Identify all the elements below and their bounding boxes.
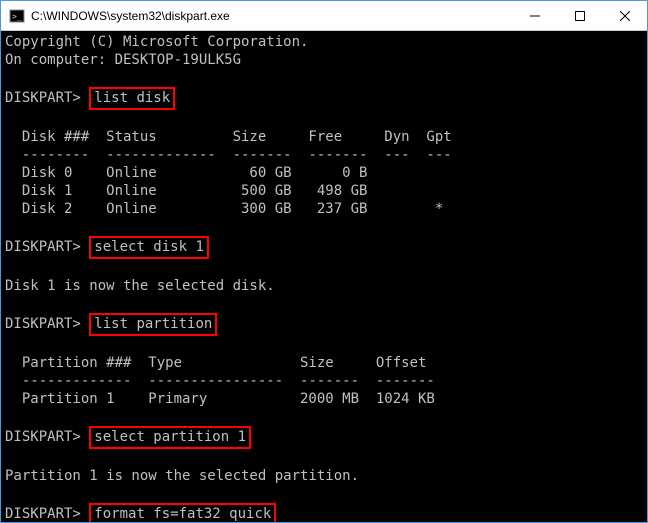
- disk-table-header: Disk ### Status Size Free Dyn Gpt: [5, 129, 452, 145]
- window-title: C:\WINDOWS\system32\diskpart.exe: [31, 9, 512, 23]
- disk-row-1: Disk 1 Online 500 GB 498 GB: [5, 183, 367, 199]
- partition-table-divider: ------------- ---------------- ------- -…: [5, 373, 435, 389]
- prompt: DISKPART>: [5, 429, 81, 445]
- cmd-select-partition: select partition 1: [89, 426, 251, 449]
- msg-partition-selected: Partition 1 is now the selected partitio…: [5, 468, 359, 484]
- computer-label: On computer:: [5, 52, 115, 68]
- svg-text:>_: >_: [12, 12, 22, 21]
- msg-disk-selected: Disk 1 is now the selected disk.: [5, 278, 275, 294]
- partition-row-0: Partition 1 Primary 2000 MB 1024 KB: [5, 391, 435, 407]
- app-icon: >_: [9, 8, 25, 24]
- prompt: DISKPART>: [5, 506, 81, 522]
- disk-table-divider: -------- ------------- ------- ------- -…: [5, 147, 452, 163]
- cmd-select-disk: select disk 1: [89, 236, 209, 259]
- maximize-button[interactable]: [557, 1, 602, 30]
- disk-row-2: Disk 2 Online 300 GB 237 GB *: [5, 201, 443, 217]
- minimize-button[interactable]: [512, 1, 557, 30]
- cmd-list-partition: list partition: [89, 313, 217, 336]
- titlebar[interactable]: >_ C:\WINDOWS\system32\diskpart.exe: [1, 1, 647, 31]
- computer-name: DESKTOP-19ULK5G: [115, 52, 241, 68]
- cmd-list-disk: list disk: [89, 87, 175, 110]
- console-window: >_ C:\WINDOWS\system32\diskpart.exe Copy…: [0, 0, 648, 523]
- disk-row-0: Disk 0 Online 60 GB 0 B: [5, 165, 367, 181]
- prompt: DISKPART>: [5, 316, 81, 332]
- copyright-line: Copyright (C) Microsoft Corporation.: [5, 34, 308, 50]
- window-controls: [512, 1, 647, 30]
- close-button[interactable]: [602, 1, 647, 30]
- prompt: DISKPART>: [5, 90, 81, 106]
- console-output[interactable]: Copyright (C) Microsoft Corporation. On …: [1, 31, 647, 522]
- partition-table-header: Partition ### Type Size Offset: [5, 355, 426, 371]
- prompt: DISKPART>: [5, 239, 81, 255]
- cmd-format: format fs=fat32 quick: [89, 503, 276, 522]
